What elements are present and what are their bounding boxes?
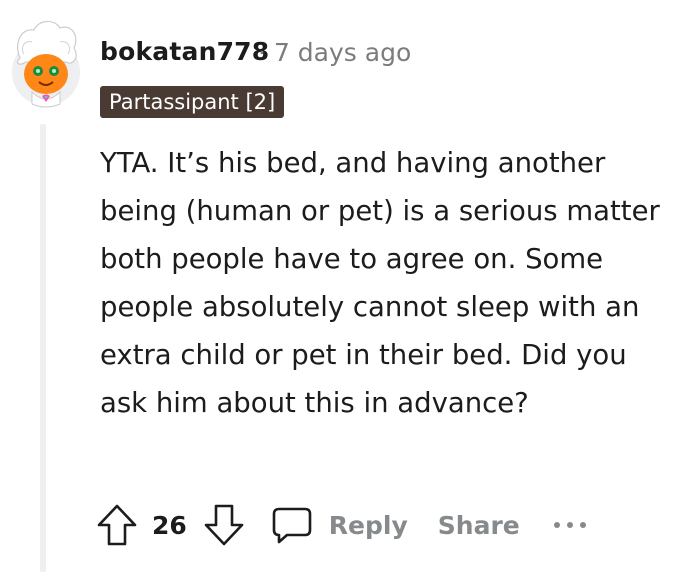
- upvote-icon[interactable]: [96, 503, 138, 547]
- comment-body: YTA. It’s his bed, and having another be…: [100, 147, 660, 419]
- more-options-icon[interactable]: [552, 520, 588, 530]
- username[interactable]: bokatan778: [100, 37, 269, 66]
- downvote-icon[interactable]: [203, 503, 245, 547]
- thread-line[interactable]: [40, 124, 46, 572]
- share-button[interactable]: Share: [438, 511, 520, 540]
- comment-actions: 26 Reply Share: [96, 500, 588, 550]
- speech-bubble-icon: [271, 505, 313, 545]
- timestamp[interactable]: 7 days ago: [274, 38, 411, 67]
- reply-button[interactable]: Reply: [271, 505, 408, 545]
- vote-count: 26: [152, 510, 187, 540]
- comment-meta: · 7 days ago: [258, 38, 411, 67]
- reply-label: Reply: [328, 510, 408, 540]
- user-flair: Partassipant [2]: [100, 86, 285, 118]
- meta-separator: ·: [258, 38, 266, 67]
- user-avatar[interactable]: [10, 14, 82, 110]
